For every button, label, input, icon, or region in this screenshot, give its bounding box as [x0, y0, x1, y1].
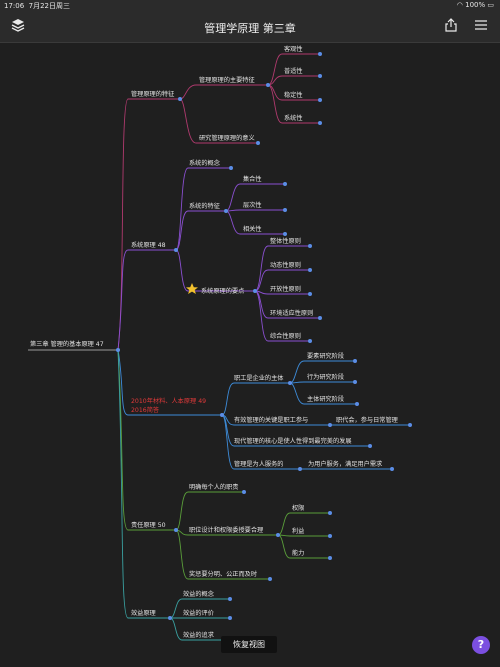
node-participation-note[interactable]: 职代会，参与日常管理 — [336, 416, 398, 424]
node-universality[interactable]: 普适性 — [284, 67, 303, 75]
node-aggregation[interactable]: 集合性 — [243, 175, 262, 183]
status-bar: 17:06 7月22日周三 ◠ 100% ▭ — [0, 0, 500, 12]
node-employees-subject[interactable]: 职工是企业的主体 — [234, 374, 284, 382]
node-serve-people-note[interactable]: 为用户服务，满足用户需求 — [308, 460, 382, 468]
nav-bar: 管理学原理 第三章 — [0, 12, 500, 43]
node-benefit-evaluation[interactable]: 效益的评价 — [183, 609, 214, 617]
share-icon[interactable] — [442, 18, 460, 36]
mind-map-canvas[interactable]: 第三章 管理的基本原理 47 管理原理的特征 管理原理的主要特征 客观性 普适性… — [0, 43, 500, 667]
node-factor-stage[interactable]: 要素研究阶段 — [307, 352, 344, 360]
node-objectivity[interactable]: 客观性 — [284, 45, 303, 53]
menu-icon[interactable] — [472, 18, 490, 36]
status-time: 17:06 — [4, 2, 25, 10]
node-main-features[interactable]: 管理原理的主要特征 — [199, 76, 255, 84]
node-management-principle-features[interactable]: 管理原理的特征 — [131, 90, 174, 98]
node-position-design[interactable]: 职位设计和权限委授要合理 — [189, 526, 263, 534]
node-system-features[interactable]: 系统的特征 — [189, 202, 220, 210]
battery-percent: 100% — [465, 1, 486, 9]
node-human-development[interactable]: 现代管理的核心是使人性得到最完美的发展 — [234, 437, 352, 445]
node-system-principle[interactable]: 系统原理 48 — [131, 241, 166, 249]
node-integrity[interactable]: 整体性原则 — [270, 237, 301, 245]
node-responsibility-principle[interactable]: 责任原理 50 — [131, 521, 166, 529]
node-behavior-stage[interactable]: 行为研究阶段 — [307, 373, 344, 381]
restore-view-button[interactable]: 恢复视图 — [221, 636, 277, 653]
node-correlation[interactable]: 相关性 — [243, 225, 262, 233]
node-systematicness[interactable]: 系统性 — [284, 114, 303, 122]
node-serve-people[interactable]: 管理是为人服务的 — [234, 460, 284, 468]
node-root[interactable]: 第三章 管理的基本原理 47 — [30, 340, 104, 348]
node-human-principle-note[interactable]: 2016简答 — [131, 406, 159, 414]
node-dots — [116, 52, 412, 642]
node-benefit-pursuit[interactable]: 效益的追求 — [183, 631, 214, 639]
node-stability[interactable]: 稳定性 — [284, 91, 303, 99]
node-benefit-concept[interactable]: 效益的概念 — [183, 590, 214, 598]
node-hierarchy[interactable]: 层次性 — [243, 201, 262, 209]
node-rewards-punishments[interactable]: 奖惩要分明、公正而及时 — [189, 570, 257, 578]
status-date: 7月22日周三 — [28, 2, 71, 10]
node-subject-stage[interactable]: 主体研究阶段 — [307, 395, 344, 403]
node-participation[interactable]: 有效管理的关键是职工参与 — [234, 416, 308, 424]
node-openness[interactable]: 开放性原则 — [270, 285, 301, 293]
battery-icon: ▭ — [487, 1, 494, 9]
node-system-concept[interactable]: 系统的概念 — [189, 159, 220, 167]
node-dynamic[interactable]: 动态性原则 — [270, 261, 301, 269]
node-adaptability[interactable]: 环境适应性原则 — [270, 309, 313, 317]
node-comprehensiveness[interactable]: 综合性原则 — [270, 332, 301, 340]
star-icon — [186, 283, 198, 294]
help-button[interactable]: ? — [472, 636, 490, 654]
node-human-principle[interactable]: 2010年材料、人本原理 49 — [131, 397, 206, 405]
node-system-key-points[interactable]: 系统原理的要点 — [201, 287, 244, 295]
wifi-icon: ◠ — [456, 1, 463, 9]
node-benefit-principle[interactable]: 效益原理 — [131, 609, 156, 617]
node-benefit[interactable]: 利益 — [292, 527, 304, 535]
page-title: 管理学原理 第三章 — [204, 22, 296, 35]
node-clear-duties[interactable]: 明确每个人的职责 — [189, 483, 239, 491]
node-authority[interactable]: 权限 — [292, 504, 304, 512]
node-research-significance[interactable]: 研究管理原理的意义 — [199, 134, 255, 142]
node-ability[interactable]: 能力 — [292, 549, 304, 557]
